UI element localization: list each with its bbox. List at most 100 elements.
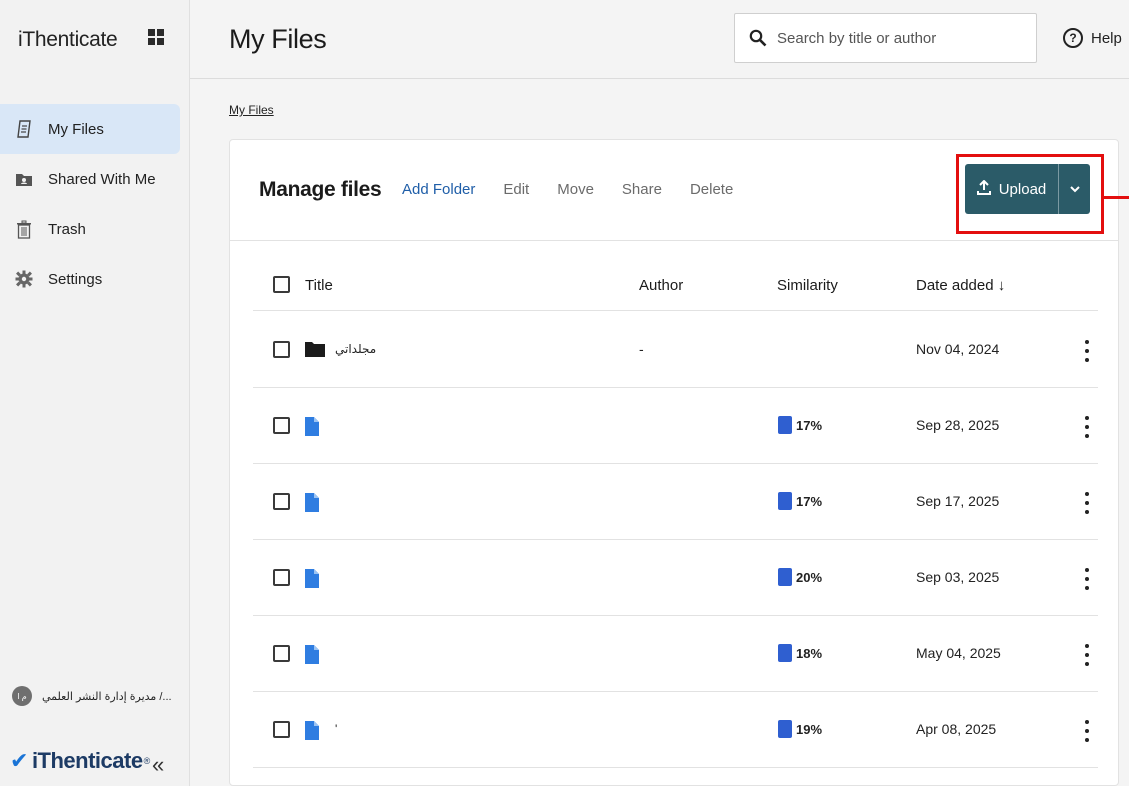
column-title[interactable]: Title — [305, 277, 333, 294]
column-date-label: Date added — [916, 277, 994, 294]
app-switcher-icon[interactable] — [148, 29, 164, 45]
chevron-down-icon — [1069, 180, 1081, 198]
help-button[interactable]: ? Help — [1063, 28, 1122, 48]
footer-brand-name: iThenticate — [31, 748, 143, 773]
date-added: Nov 04, 2024 — [916, 341, 1000, 357]
similarity-value: 19% — [796, 721, 823, 737]
avatar: م ا — [12, 686, 32, 706]
similarity-value: 17% — [796, 493, 823, 509]
file-manager-card: Manage files Add Folder Edit Move Share … — [229, 139, 1119, 786]
help-label: Help — [1091, 29, 1122, 47]
footer-logo: ✔ iThenticate ® — [10, 748, 150, 774]
similarity-score[interactable]: 17% — [778, 416, 822, 434]
document-icon — [305, 569, 319, 591]
help-icon: ? — [1063, 28, 1083, 48]
sort-down-icon: ↓ — [997, 277, 1006, 294]
table-row[interactable]: 17% Sep 17, 2025 — [253, 464, 1098, 540]
user-name: مديرة إدارة النشر العلمي /... — [42, 690, 172, 703]
table-row[interactable]: 18% May 04, 2025 — [253, 616, 1098, 692]
upload-icon — [976, 179, 991, 199]
trash-icon — [14, 219, 34, 239]
delete-button[interactable]: Delete — [690, 181, 733, 198]
search-icon — [747, 27, 769, 49]
sidebar-item-label: Trash — [48, 220, 86, 238]
search-input[interactable] — [777, 29, 1017, 47]
collapse-sidebar-button[interactable]: « — [152, 752, 164, 778]
document-icon — [305, 645, 319, 667]
select-all-checkbox[interactable] — [273, 276, 290, 293]
similarity-score[interactable]: 20% — [778, 568, 822, 586]
user-account[interactable]: م ا مديرة إدارة النشر العلمي /... — [12, 686, 172, 706]
document-icon — [305, 493, 319, 515]
file-author: - — [639, 341, 644, 357]
file-name[interactable]: مجلداتي — [335, 342, 376, 356]
similarity-color-swatch — [778, 492, 792, 510]
card-header: Manage files Add Folder Edit Move Share … — [230, 140, 1118, 241]
file-list-icon — [14, 119, 34, 139]
table-row[interactable]: مجلداتي - Nov 04, 2024 — [253, 312, 1098, 388]
similarity-color-swatch — [778, 644, 792, 662]
search-box[interactable] — [734, 13, 1037, 63]
document-icon — [305, 721, 319, 743]
date-added: May 04, 2025 — [916, 645, 1001, 661]
date-added: Apr 08, 2025 — [916, 721, 997, 737]
date-added: Sep 03, 2025 — [916, 569, 1000, 585]
more-options-icon[interactable] — [1077, 413, 1097, 441]
similarity-color-swatch — [778, 568, 792, 586]
sidebar-item-settings[interactable]: Settings — [0, 254, 190, 304]
more-options-icon[interactable] — [1077, 717, 1097, 745]
row-checkbox[interactable] — [273, 417, 290, 434]
sidebar-item-shared[interactable]: Shared With Me — [0, 154, 190, 204]
file-name[interactable]: ' — [335, 722, 337, 736]
similarity-score[interactable]: 17% — [778, 492, 822, 510]
similarity-color-swatch — [778, 416, 792, 434]
upload-split-button: Upload — [965, 164, 1090, 214]
sidebar-item-label: Shared With Me — [48, 170, 156, 188]
folder-icon — [305, 341, 325, 360]
sidebar: iThenticate My Files Shared With Me Tras… — [0, 0, 190, 786]
edit-button[interactable]: Edit — [503, 181, 529, 198]
card-title: Manage files — [259, 178, 382, 201]
more-options-icon[interactable] — [1077, 489, 1097, 517]
more-options-icon[interactable] — [1077, 565, 1097, 593]
add-folder-button[interactable]: Add Folder — [402, 181, 475, 198]
more-options-icon[interactable] — [1077, 641, 1097, 669]
table-row[interactable]: ' 19% Apr 08, 2025 — [253, 692, 1098, 768]
more-options-icon[interactable] — [1077, 337, 1097, 365]
sidebar-item-label: My Files — [48, 120, 104, 138]
annotation-arrow-line — [1103, 196, 1129, 199]
breadcrumb[interactable]: My Files — [229, 103, 274, 117]
similarity-score[interactable]: 18% — [778, 644, 822, 662]
row-checkbox[interactable] — [273, 645, 290, 662]
sidebar-item-my-files[interactable]: My Files — [0, 104, 180, 154]
table-row[interactable]: 20% Sep 03, 2025 — [253, 540, 1098, 616]
file-actions: Add Folder Edit Move Share Delete — [402, 181, 761, 198]
shared-folder-icon — [14, 169, 34, 189]
upload-button[interactable]: Upload — [965, 164, 1059, 214]
column-date-added[interactable]: Date added ↓ — [916, 277, 1005, 294]
row-checkbox[interactable] — [273, 569, 290, 586]
upload-label: Upload — [998, 180, 1047, 198]
sidebar-nav: My Files Shared With Me Trash Settings — [0, 104, 190, 304]
column-similarity[interactable]: Similarity — [777, 277, 838, 294]
similarity-value: 18% — [796, 645, 823, 661]
row-checkbox[interactable] — [273, 721, 290, 738]
row-checkbox[interactable] — [273, 341, 290, 358]
column-author[interactable]: Author — [639, 277, 683, 294]
top-bar: My Files ? Help — [190, 0, 1129, 79]
move-button[interactable]: Move — [557, 181, 594, 198]
date-added: Sep 28, 2025 — [916, 417, 1000, 433]
document-icon — [305, 417, 319, 439]
similarity-score[interactable]: 19% — [778, 720, 822, 738]
table-row[interactable]: 17% Sep 28, 2025 — [253, 388, 1098, 464]
row-checkbox[interactable] — [273, 493, 290, 510]
date-added: Sep 17, 2025 — [916, 493, 1000, 509]
gear-icon — [14, 269, 34, 289]
upload-options-button[interactable] — [1059, 164, 1090, 214]
sidebar-item-trash[interactable]: Trash — [0, 204, 190, 254]
page-title: My Files — [229, 24, 327, 54]
sidebar-item-label: Settings — [48, 270, 103, 288]
share-button[interactable]: Share — [622, 181, 662, 198]
similarity-value: 17% — [796, 417, 823, 433]
brand-logo[interactable]: iThenticate — [18, 28, 118, 52]
